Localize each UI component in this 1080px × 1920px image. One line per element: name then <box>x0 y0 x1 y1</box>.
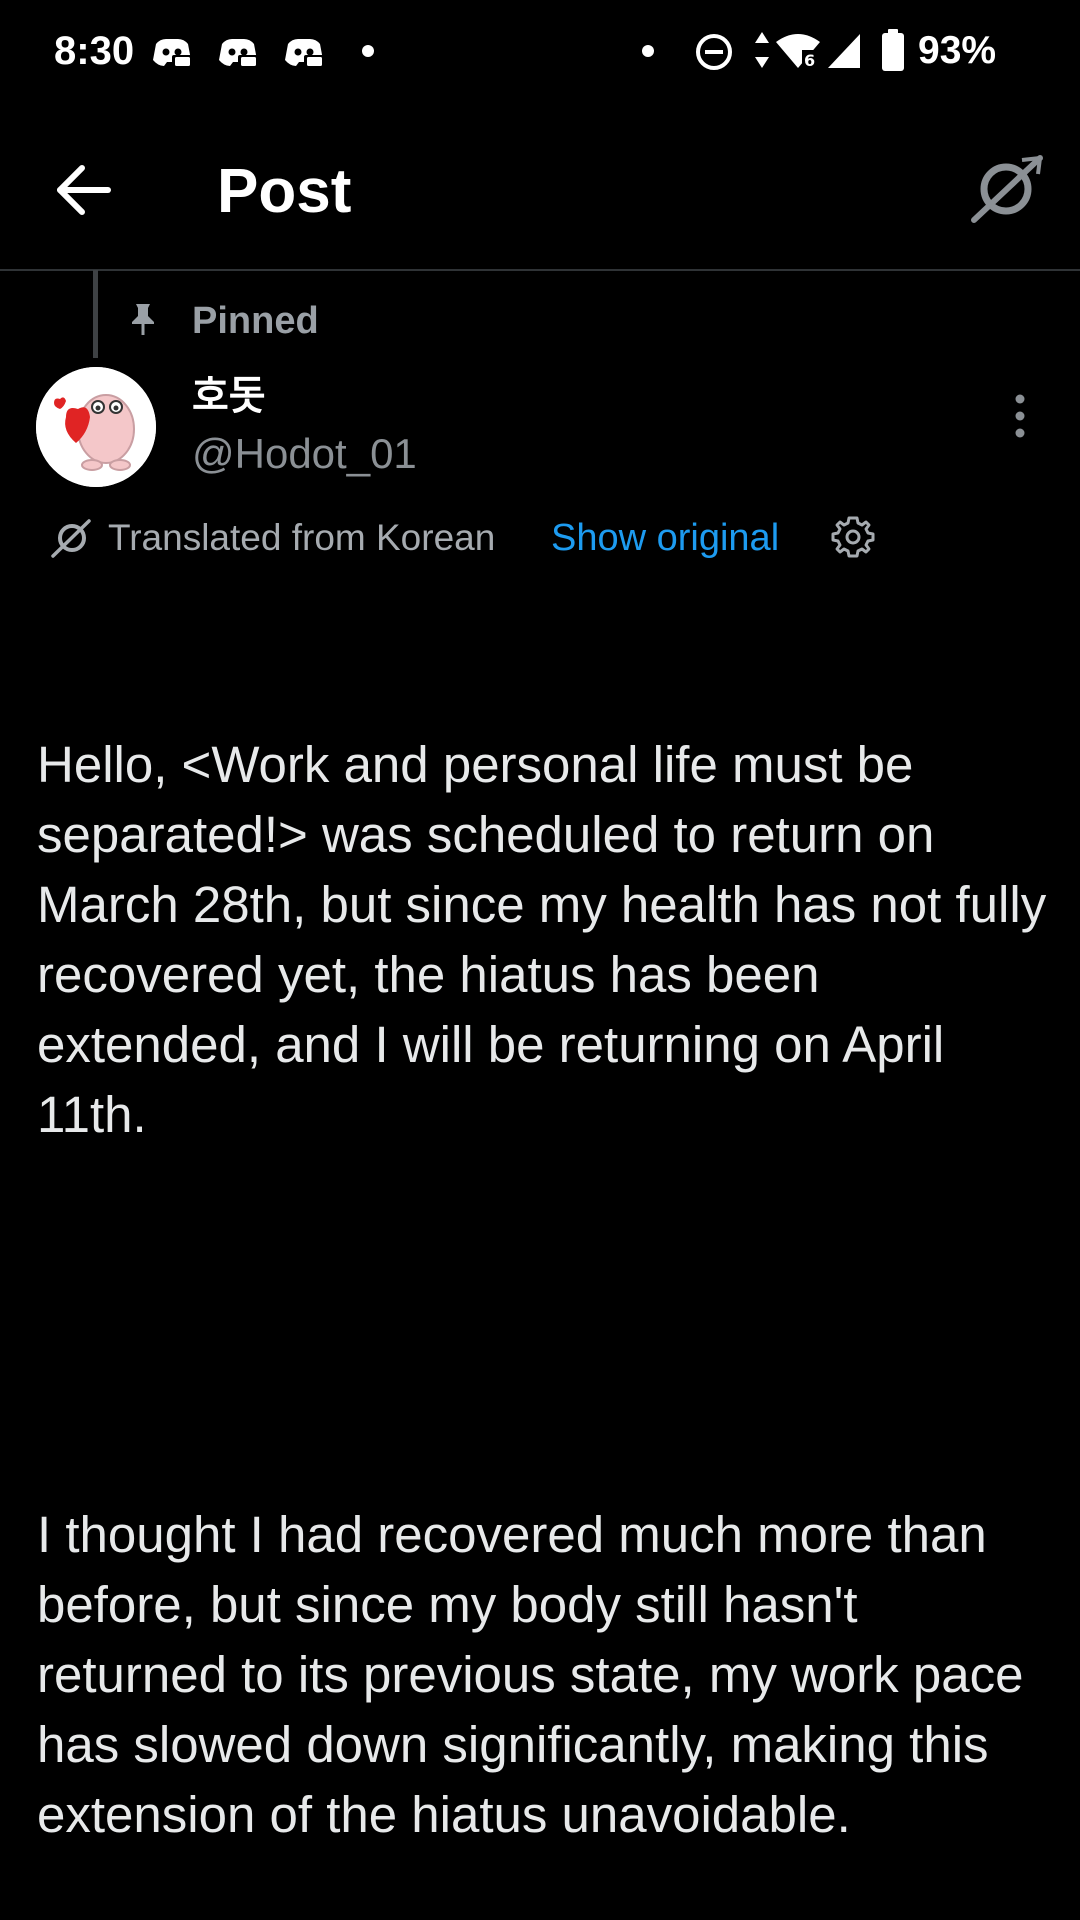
more-vertical-icon <box>1015 394 1025 438</box>
thread-line <box>93 270 98 358</box>
do-not-disturb-icon <box>696 34 732 70</box>
show-original-link[interactable]: Show original <box>551 515 779 561</box>
gear-icon <box>831 516 875 558</box>
signal-icon <box>828 34 860 68</box>
back-button[interactable] <box>50 160 118 220</box>
grok-icon <box>971 155 1043 223</box>
discord-icon <box>153 39 192 69</box>
author-handle[interactable]: @Hodot_01 <box>192 428 417 480</box>
post-paragraph: Hello, <Work and personal life must be s… <box>37 736 1061 1143</box>
grok-icon <box>51 519 91 558</box>
pin-icon <box>132 304 154 335</box>
wifi-icon: 6 <box>776 34 820 70</box>
pinned-label: Pinned <box>192 300 319 342</box>
discord-icon <box>219 39 258 69</box>
grok-button[interactable] <box>968 154 1044 224</box>
battery-icon <box>882 29 904 71</box>
author-name[interactable]: 호돗 <box>192 370 266 422</box>
avatar-illustration <box>36 367 156 487</box>
status-time: 8:30 <box>54 29 135 73</box>
status-bar: 8:30 6 93% <box>0 0 1080 104</box>
translation-settings-button[interactable] <box>830 514 876 560</box>
dot-icon <box>642 45 654 57</box>
page-title: Post <box>217 157 352 226</box>
discord-icon <box>285 39 324 69</box>
svg-text:6: 6 <box>804 51 815 70</box>
back-arrow-icon <box>57 165 111 215</box>
post-text: Hello, <Work and personal life must be s… <box>37 590 1047 1920</box>
avatar[interactable] <box>36 367 156 487</box>
data-arrows-icon <box>755 32 769 68</box>
post-paragraph: I thought I had recovered much more than… <box>37 1506 1038 1843</box>
more-options-button[interactable] <box>1002 392 1038 442</box>
dot-icon <box>362 45 374 57</box>
top-app-bar: Post <box>0 104 1080 271</box>
battery-percentage: 93% <box>918 29 997 72</box>
translated-from-label: Translated from Korean <box>108 517 496 558</box>
